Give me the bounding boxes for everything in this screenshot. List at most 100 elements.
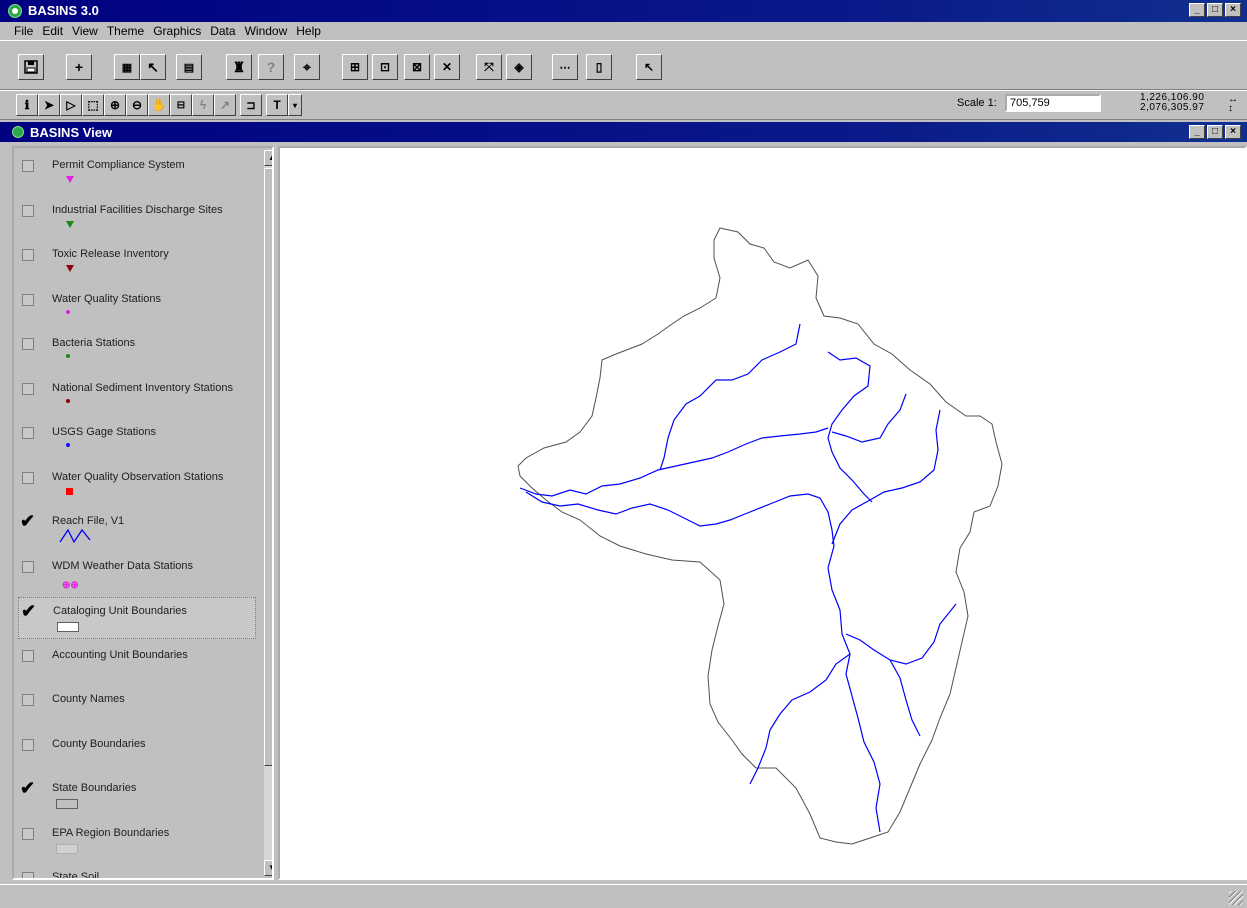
menu-edit[interactable]: Edit	[42, 22, 72, 40]
legend-scrollbar[interactable]: ▲ ▼	[264, 150, 272, 876]
zoom-full-extent-button[interactable]: ⊞	[342, 54, 368, 80]
scroll-up-icon[interactable]: ▲	[264, 150, 272, 166]
view-close-icon[interactable]: ×	[1225, 125, 1241, 139]
layer-visibility-checkbox[interactable]	[22, 694, 34, 706]
zoom-active-themes-icon: ⊡	[379, 60, 391, 74]
theme-properties-icon: ▦	[121, 61, 133, 74]
river-southwest-branch	[749, 653, 851, 785]
menu-window[interactable]: Window	[245, 22, 297, 40]
zoom-in-button[interactable]: ✕	[434, 54, 460, 80]
layer-visibility-check-icon[interactable]: ✔	[20, 778, 35, 799]
zoom-in-tool[interactable]: ⊕	[104, 94, 126, 116]
layer-visibility-checkbox[interactable]	[22, 249, 34, 261]
legend-item[interactable]: EPA Region Boundaries	[18, 820, 254, 860]
legend-item[interactable]: State Soil	[18, 864, 254, 878]
zoom-active-themes-button[interactable]: ⊡	[372, 54, 398, 80]
area-of-interest-tool[interactable]: ↗	[214, 94, 236, 116]
layer-visibility-checkbox[interactable]	[22, 471, 34, 484]
zoom-out-tool[interactable]: ⊖	[126, 94, 148, 116]
menu-theme[interactable]: Theme	[107, 22, 153, 40]
layer-visibility-checkbox[interactable]	[22, 427, 34, 439]
legend-item[interactable]: Industrial Facilities Discharge Sites	[18, 197, 254, 237]
resize-grip-icon[interactable]	[1229, 891, 1243, 905]
help-button[interactable]: ↖	[636, 54, 662, 80]
legend-item[interactable]: County Boundaries	[18, 731, 254, 771]
maximize-icon[interactable]: □	[1207, 3, 1223, 17]
legend-item[interactable]: Water Quality Observation Stations	[18, 464, 254, 504]
layer-visibility-checkbox[interactable]	[22, 338, 34, 350]
legend-item-label: Toxic Release Inventory	[52, 248, 169, 260]
menu-view[interactable]: View	[72, 22, 107, 40]
legend-item[interactable]: ✔ State Boundaries	[18, 775, 254, 815]
zoom-previous-icon: ◈	[514, 60, 524, 74]
layer-visibility-checkbox[interactable]	[22, 738, 34, 751]
view-minimize-icon[interactable]: _	[1189, 125, 1205, 139]
legend-item[interactable]: National Sediment Inventory Stations	[18, 375, 254, 415]
dot-symbol-icon	[66, 443, 70, 447]
scale-input[interactable]	[1005, 94, 1101, 112]
clear-selection-button[interactable]: ▯	[586, 54, 612, 80]
legend-item[interactable]: Permit Compliance System	[18, 152, 254, 192]
pan-tool[interactable]: ✋	[148, 94, 170, 116]
legend-item[interactable]: ✔ Reach File, V1	[18, 508, 254, 548]
select-by-theme-button[interactable]: ⋯	[552, 54, 578, 80]
scroll-thumb[interactable]	[264, 168, 272, 766]
find-button[interactable]: ♜	[226, 54, 252, 80]
legend-item[interactable]: WDM Weather Data Stations ⊕⊕	[18, 553, 254, 593]
legend-item[interactable]: County Names	[18, 686, 254, 726]
legend-item[interactable]: USGS Gage Stations	[18, 419, 254, 459]
text-tool[interactable]: T	[266, 94, 288, 116]
menu-help[interactable]: Help	[296, 22, 330, 40]
layer-visibility-check-icon[interactable]: ✔	[20, 511, 35, 532]
add-theme-button[interactable]: +	[66, 54, 92, 80]
pointer-icon: ➤	[43, 98, 55, 112]
layer-visibility-checkbox[interactable]	[22, 649, 34, 662]
dot-symbol-icon	[66, 354, 70, 358]
measure-tool[interactable]: ⊟	[170, 94, 192, 116]
label-tool[interactable]: ⊐	[240, 94, 262, 116]
view-maximize-icon[interactable]: □	[1207, 125, 1223, 139]
legend-item[interactable]: Bacteria Stations	[18, 330, 254, 370]
layer-visibility-checkbox[interactable]	[22, 872, 34, 878]
locate-address-button[interactable]: ⌖	[294, 54, 320, 80]
menu-file[interactable]: File	[14, 22, 42, 40]
menu-graphics[interactable]: Graphics	[153, 22, 210, 40]
zoom-previous-button[interactable]: ◈	[506, 54, 532, 80]
layer-visibility-checkbox[interactable]	[22, 382, 34, 395]
vertex-edit-tool[interactable]: ▷	[60, 94, 82, 116]
close-icon[interactable]: ×	[1225, 3, 1241, 17]
theme-properties-button[interactable]: ▦	[114, 54, 140, 80]
text-tool-dropdown[interactable]: ▾	[288, 94, 302, 116]
app-title-bar[interactable]: BASINS 3.0 _ □ ×	[0, 0, 1247, 22]
layer-visibility-checkbox[interactable]	[22, 160, 34, 172]
pointer-tool[interactable]: ➤	[38, 94, 60, 116]
legend-item-label: USGS Gage Stations	[52, 426, 156, 438]
minimize-icon[interactable]: _	[1189, 3, 1205, 17]
layer-visibility-checkbox[interactable]	[22, 827, 34, 840]
open-table-button[interactable]: ▤	[176, 54, 202, 80]
layer-visibility-checkbox[interactable]	[22, 204, 34, 217]
layer-visibility-checkbox[interactable]	[22, 293, 34, 306]
map-canvas[interactable]	[278, 146, 1247, 880]
menu-data[interactable]: Data	[210, 22, 244, 40]
hotlink-tool[interactable]: ϟ	[192, 94, 214, 116]
edit-legend-button[interactable]: ↖	[140, 54, 166, 80]
zoom-selected-button[interactable]: ⊠	[404, 54, 430, 80]
legend-item[interactable]: ✔ Cataloging Unit Boundaries	[18, 597, 256, 639]
select-feature-tool[interactable]: ⬚	[82, 94, 104, 116]
legend-item[interactable]: Water Quality Stations	[18, 286, 254, 326]
square-symbol-icon	[66, 487, 73, 495]
table-icon: ▤	[183, 61, 195, 74]
view-title-bar[interactable]: BASINS View _ □ ×	[0, 122, 1247, 142]
layer-visibility-checkbox[interactable]	[22, 560, 34, 573]
legend-item[interactable]: Accounting Unit Boundaries	[18, 642, 254, 682]
query-builder-button[interactable]: ?	[258, 54, 284, 80]
layer-visibility-check-icon[interactable]: ✔	[21, 601, 36, 622]
save-project-button[interactable]	[18, 54, 44, 80]
zoom-out-button[interactable]: ⤧	[476, 54, 502, 80]
identify-tool[interactable]: ℹ	[16, 94, 38, 116]
text-tool-icon: T	[273, 98, 281, 112]
scroll-down-icon[interactable]: ▼	[264, 860, 272, 876]
river-southeast-branch	[845, 603, 957, 665]
legend-item[interactable]: Toxic Release Inventory	[18, 241, 254, 281]
